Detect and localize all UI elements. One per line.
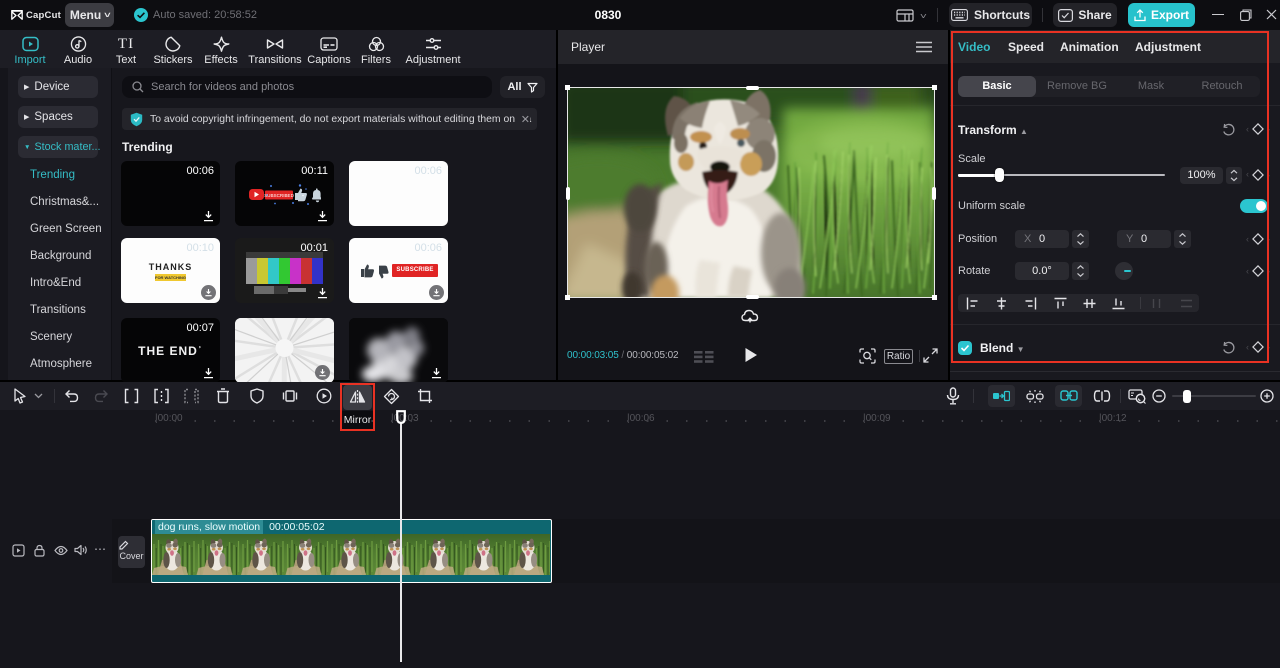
- svg-text:SUBSCRIBED: SUBSCRIBED: [264, 193, 295, 198]
